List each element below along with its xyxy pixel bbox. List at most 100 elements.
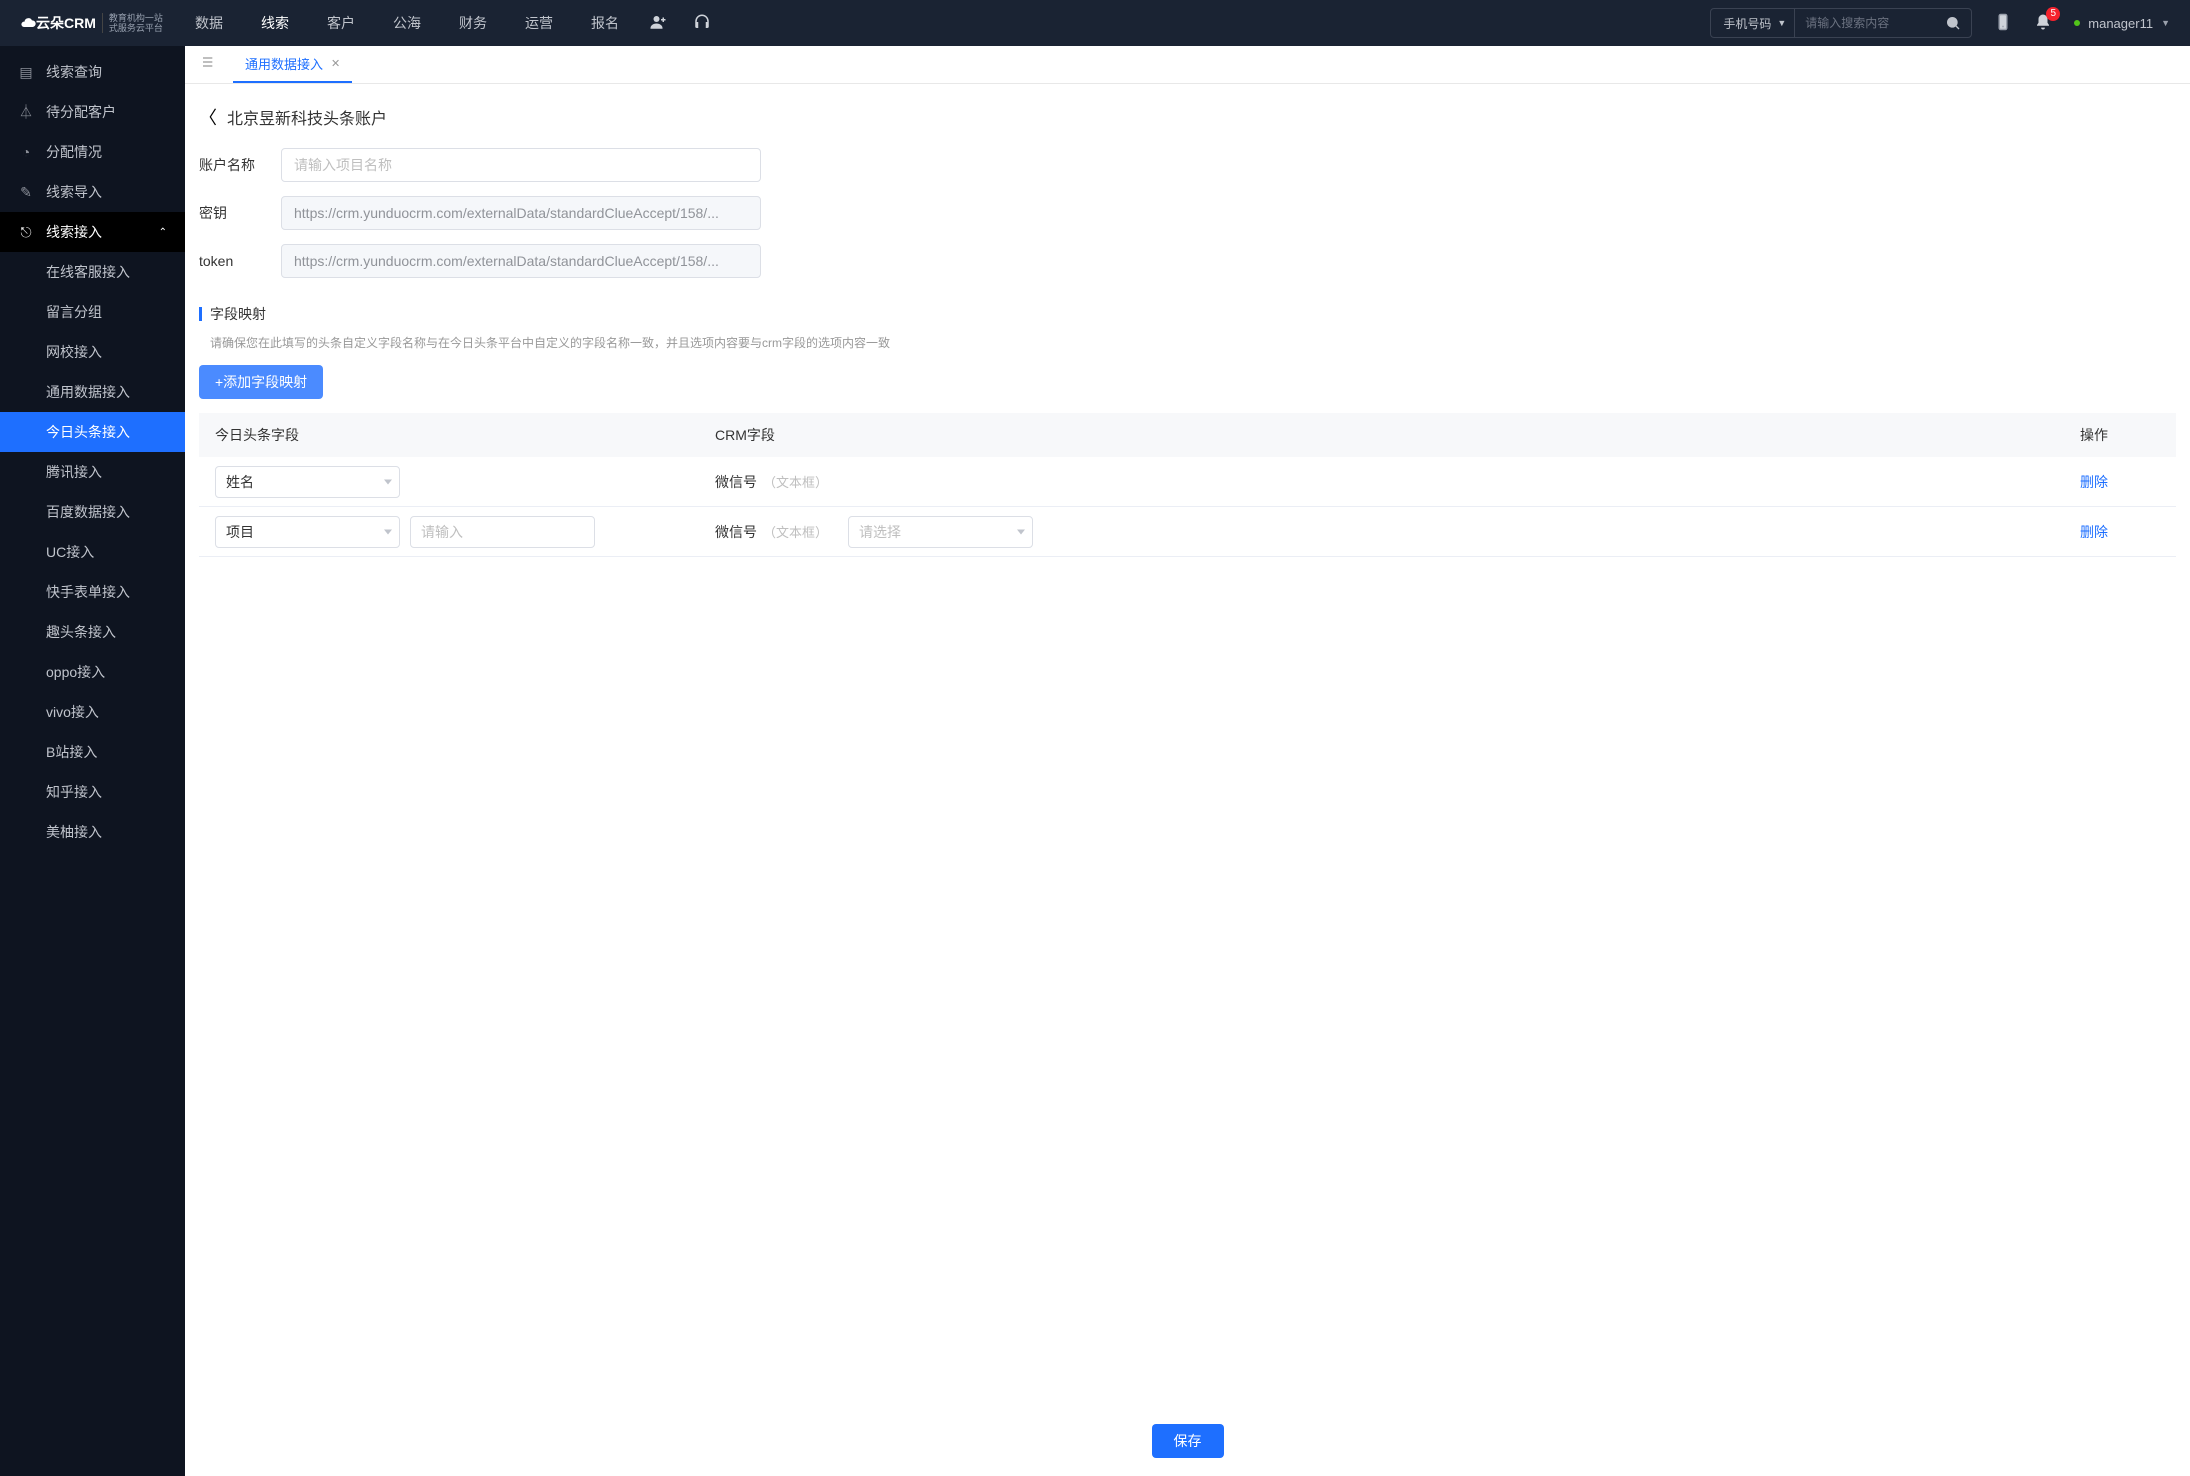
sidebar-item-3[interactable]: ✎线索导入 [0, 172, 185, 212]
logo-text: 云朵CRM [20, 13, 96, 33]
sidebar-icon: ⏃ [18, 102, 34, 122]
search-box: 手机号码 ▼ [1710, 8, 1972, 38]
headset-icon[interactable] [693, 13, 711, 34]
sidebar-item-label: 线索接入 [46, 222, 102, 242]
form-row-token: token [199, 244, 2176, 278]
nav-item-0[interactable]: 数据 [195, 13, 223, 33]
page-content: 〈 北京昱新科技头条账户 账户名称 密钥 token 字段映射 请确保您在此填写… [185, 84, 2190, 1406]
section-accent-bar [199, 307, 202, 321]
cloud-icon [20, 15, 36, 31]
table-header: 今日头条字段 CRM字段 操作 [199, 413, 2176, 457]
sidebar-sub-1[interactable]: 留言分组 [0, 292, 185, 332]
nav-items: 数据 线索 客户 公海 财务 运营 报名 [195, 13, 619, 33]
th-action: 操作 [2080, 425, 2160, 445]
toutiao-field-select[interactable]: 项目 [215, 516, 400, 548]
sidebar-sub-6[interactable]: 百度数据接入 [0, 492, 185, 532]
page-header: 〈 北京昱新科技头条账户 [199, 98, 2176, 148]
token-input[interactable] [281, 244, 761, 278]
sidebar-item-clue-access[interactable]: ⎋ 线索接入 ⌃ [0, 212, 185, 252]
main: 通用数据接入 ✕ 〈 北京昱新科技头条账户 账户名称 密钥 token [185, 46, 2190, 1476]
sidebar-sub-7[interactable]: UC接入 [0, 532, 185, 572]
search-type-select[interactable]: 手机号码 ▼ [1711, 9, 1795, 37]
account-name-label: 账户名称 [199, 155, 281, 175]
toutiao-field-select[interactable]: 姓名 [215, 466, 400, 498]
crm-field-name: 微信号 [715, 522, 757, 542]
sidebar: ▤ 线索查询 ⏃ 待分配客户 ◔ 分配情况 ✎线索导入 ⎋ 线索接入 ⌃ 在线客服接入留言分组网校接… [0, 46, 185, 1476]
sidebar-sub-9[interactable]: 趣头条接入 [0, 612, 185, 652]
nav-item-3[interactable]: 公海 [393, 13, 421, 33]
crm-field-select[interactable]: 请选择 [848, 516, 1033, 548]
status-dot [2074, 20, 2080, 26]
nav-item-1[interactable]: 线索 [261, 13, 289, 33]
toutiao-field-input[interactable] [410, 516, 595, 548]
sidebar-item-2[interactable]: ◔ 分配情况 [0, 132, 185, 172]
account-name-input[interactable] [281, 148, 761, 182]
nav-item-6[interactable]: 报名 [591, 13, 619, 33]
sidebar-sub-12[interactable]: B站接入 [0, 732, 185, 772]
nav-item-5[interactable]: 运营 [525, 13, 553, 33]
nav-right: 手机号码 ▼ 5 manager11 ▼ [1710, 8, 2170, 38]
sidebar-icon: ▤ [18, 64, 34, 81]
chevron-up-icon: ⌃ [159, 227, 167, 238]
logo: 云朵CRM 教育机构一站式服务云平台 [20, 13, 185, 33]
add-field-mapping-button[interactable]: +添加字段映射 [199, 365, 323, 399]
top-nav: 云朵CRM 教育机构一站式服务云平台 数据 线索 客户 公海 财务 运营 报名 手机号码 ▼… [0, 0, 2190, 46]
form-row-account: 账户名称 [199, 148, 2176, 182]
sidebar-sub-0[interactable]: 在线客服接入 [0, 252, 185, 292]
sidebar-sub-4[interactable]: 今日头条接入 [0, 412, 185, 452]
sidebar-icon: ◔ [18, 144, 34, 160]
section-header: 字段映射 [199, 304, 2176, 324]
th-crm-field: CRM字段 [715, 425, 2080, 445]
notification-icon[interactable]: 5 [2034, 13, 2052, 34]
sidebar-sub-13[interactable]: 知乎接入 [0, 772, 185, 812]
sidebar-sub-14[interactable]: 美柚接入 [0, 812, 185, 852]
sidebar-item-label: 待分配客户 [46, 102, 116, 122]
chevron-down-icon: ▼ [1777, 18, 1786, 28]
search-type-label: 手机号码 [1723, 15, 1771, 32]
nav-item-2[interactable]: 客户 [327, 13, 355, 33]
sidebar-sub-2[interactable]: 网校接入 [0, 332, 185, 372]
nav-item-4[interactable]: 财务 [459, 13, 487, 33]
sidebar-sub-5[interactable]: 腾讯接入 [0, 452, 185, 492]
brand-name: 云朵CRM [36, 13, 96, 33]
user-menu[interactable]: manager11 ▼ [2074, 16, 2170, 31]
table-row: 姓名 微信号 （文本框） 删除 [199, 457, 2176, 507]
tab-general-data-access[interactable]: 通用数据接入 ✕ [233, 46, 352, 83]
secret-label: 密钥 [199, 203, 281, 223]
section-title: 字段映射 [210, 304, 266, 324]
tab-close-icon[interactable]: ✕ [331, 57, 340, 70]
chevron-down-icon: ▼ [2161, 18, 2170, 28]
crm-field-type: （文本框） [763, 472, 828, 491]
delete-link[interactable]: 删除 [2080, 472, 2160, 492]
th-toutiao-field: 今日头条字段 [215, 425, 715, 445]
sidebar-sub-11[interactable]: vivo接入 [0, 692, 185, 732]
secret-input[interactable] [281, 196, 761, 230]
field-mapping-table: 今日头条字段 CRM字段 操作 姓名 微信号 （文本框） 删除项目 微信号 （文本框） 请选… [199, 413, 2176, 557]
sidebar-item-label: 分配情况 [46, 142, 102, 162]
sidebar-sub-3[interactable]: 通用数据接入 [0, 372, 185, 412]
sidebar-item-label: 线索查询 [46, 62, 102, 82]
nav-extra-icons [649, 13, 711, 34]
page-title: 北京昱新科技头条账户 [227, 105, 387, 129]
user-add-icon[interactable] [649, 13, 667, 34]
sidebar-sub-10[interactable]: oppo接入 [0, 652, 185, 692]
sidebar-item-1[interactable]: ⏃ 待分配客户 [0, 92, 185, 132]
form-row-secret: 密钥 [199, 196, 2176, 230]
sidebar-collapse-button[interactable] [195, 48, 223, 81]
sidebar-icon: ✎ [18, 184, 34, 201]
phone-icon[interactable] [1994, 13, 2012, 34]
table-row: 项目微信号（文本框）请选择删除 [199, 507, 2176, 557]
sidebar-sub-8[interactable]: 快手表单接入 [0, 572, 185, 612]
search-button[interactable] [1935, 9, 1971, 37]
tabs-bar: 通用数据接入 ✕ [185, 46, 2190, 84]
save-button[interactable]: 保存 [1152, 1424, 1224, 1458]
user-name: manager11 [2088, 16, 2153, 31]
sidebar-item-0[interactable]: ▤ 线索查询 [0, 52, 185, 92]
delete-link[interactable]: 删除 [2080, 522, 2160, 542]
plug-icon: ⎋ [18, 224, 34, 241]
search-input[interactable] [1795, 16, 1935, 30]
back-arrow-icon[interactable]: 〈 [199, 104, 217, 130]
logo-subtitle: 教育机构一站式服务云平台 [102, 13, 163, 33]
tab-label: 通用数据接入 [245, 54, 323, 73]
crm-field-name: 微信号 [715, 472, 757, 492]
